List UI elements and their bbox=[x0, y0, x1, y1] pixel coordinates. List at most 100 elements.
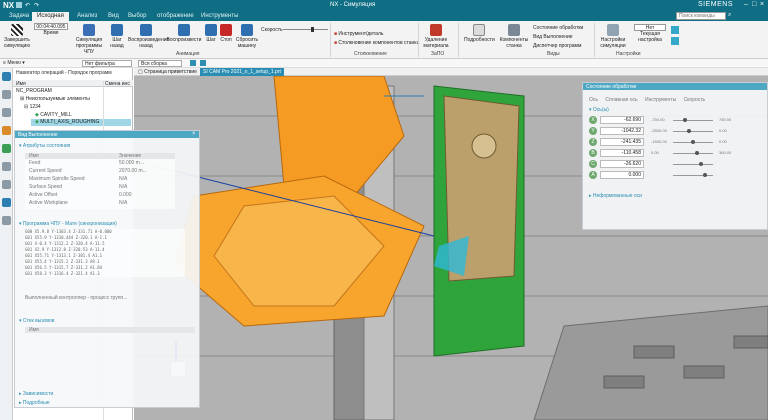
machine-tab-speed[interactable]: Скорость bbox=[684, 97, 706, 103]
tree-item-1234[interactable]: ⊟ 1234 bbox=[24, 104, 41, 110]
selection-filter-select[interactable]: Нет фильтра выбора bbox=[82, 60, 132, 73]
axis-slider[interactable] bbox=[673, 129, 713, 133]
time-value: 00:04:40.095 bbox=[34, 23, 68, 30]
axis-slider[interactable] bbox=[673, 151, 713, 155]
tree-item-cavity-mill[interactable]: ◆ CAVITY_MILL bbox=[35, 112, 72, 118]
callstack-section[interactable]: ▾ Стек вызовов bbox=[19, 318, 54, 324]
minimize-icon[interactable]: – bbox=[744, 1, 748, 8]
sim-program-button[interactable]: Симуляция программы ЧПУ bbox=[72, 24, 106, 55]
save-icon[interactable] bbox=[16, 2, 22, 8]
web-icon[interactable] bbox=[2, 198, 11, 207]
current-setting[interactable]: Нет Текущая настройка bbox=[634, 24, 666, 43]
step-button[interactable]: Шаг bbox=[204, 24, 218, 43]
tab-analysis[interactable]: Анализ bbox=[72, 12, 102, 21]
tab-home[interactable]: Исходная bbox=[32, 12, 69, 21]
callstack-col-name[interactable]: Имя bbox=[29, 327, 39, 333]
col-name[interactable]: Имя bbox=[16, 81, 26, 87]
tree-item-unused[interactable]: ⊞ Неиспользуемые элементы bbox=[20, 96, 90, 102]
roles-icon[interactable] bbox=[2, 216, 11, 225]
machine-components-button[interactable]: Компоненты станка bbox=[498, 24, 530, 49]
navigator-header: Имя Смена инс bbox=[13, 80, 133, 87]
axis-slider[interactable] bbox=[673, 140, 713, 144]
maximize-icon[interactable]: □ bbox=[752, 1, 756, 8]
tab-display[interactable]: отображение bbox=[152, 12, 199, 21]
axis-min: 0.00 bbox=[651, 150, 659, 155]
stop-label: Стоп bbox=[220, 37, 232, 43]
machine-collision-option[interactable]: ■ Столкновение компонентов станка bbox=[334, 40, 419, 46]
extra-icon-2[interactable] bbox=[671, 37, 679, 45]
axis-value[interactable]: 0.000 bbox=[600, 171, 644, 179]
tab-welcome[interactable]: ▢ Страница приветствие bbox=[138, 69, 197, 75]
axis-value[interactable]: -110.458 bbox=[600, 149, 644, 157]
axes-section[interactable]: ▾ Ось(ы) bbox=[589, 107, 609, 113]
dependencies-section[interactable]: ▸ Зависимости bbox=[19, 391, 53, 397]
close-icon[interactable]: × bbox=[760, 1, 764, 8]
program-section[interactable]: ▾ Программа ЧПУ - Мате (синхронизация) bbox=[19, 221, 117, 227]
assembly-icon[interactable] bbox=[2, 90, 11, 99]
menu-button[interactable]: ≡ Меню ▾ bbox=[3, 60, 25, 66]
axis-value[interactable]: -241.435 bbox=[600, 138, 644, 146]
axis-icon: Z bbox=[589, 138, 597, 146]
snap-icon[interactable] bbox=[190, 60, 196, 66]
snap-icon-2[interactable] bbox=[200, 60, 206, 66]
part-icon[interactable] bbox=[2, 108, 11, 117]
sim-settings-button[interactable]: Настройки симуляции bbox=[598, 24, 628, 49]
step-icon bbox=[205, 24, 217, 36]
tab-view[interactable]: Вид bbox=[103, 12, 124, 21]
axis-value[interactable]: -62.690 bbox=[600, 116, 644, 124]
material-removal-button[interactable]: Удаление материала bbox=[422, 24, 450, 49]
machine-tab-axis[interactable]: Ось bbox=[589, 97, 598, 103]
extra-icon[interactable] bbox=[671, 26, 679, 34]
undo-icon[interactable]: ↶ bbox=[25, 2, 30, 9]
details-button[interactable]: Подробности bbox=[464, 24, 495, 43]
axis-max: 360.00 bbox=[719, 150, 732, 155]
geometry-icon[interactable] bbox=[2, 144, 11, 153]
axis-row-z: Z -241.435 -1500.00 0.00 bbox=[589, 138, 765, 147]
tab-select[interactable]: Выбор bbox=[123, 12, 151, 21]
axis-slider[interactable] bbox=[673, 173, 713, 177]
tool-part-option[interactable]: ■ Инструмент/деталь bbox=[334, 31, 383, 37]
machine-tab-coupled[interactable]: Сплавная ось bbox=[605, 97, 637, 103]
stop-button[interactable]: Стоп bbox=[219, 24, 233, 43]
redo-icon[interactable]: ↷ bbox=[34, 2, 39, 9]
reset-machine-button[interactable]: Сбросить машину bbox=[234, 24, 260, 49]
command-search-input[interactable] bbox=[676, 12, 726, 20]
nc-code-line[interactable]: G01 X58.3 Y-1316.4 Z-321.4 A1.3 bbox=[25, 271, 185, 277]
step-back-button[interactable]: Шаг назад bbox=[108, 24, 126, 49]
play-back-button[interactable]: Воспроизведение назад bbox=[128, 24, 169, 49]
assembly-select[interactable]: Вся сборка bbox=[138, 60, 182, 67]
title-bar: NX ↶ ↷ NX - Симуляция SIEMENS – □ × bbox=[0, 0, 768, 11]
tab-task[interactable]: Задача bbox=[4, 12, 34, 21]
panel-close-icon[interactable]: × bbox=[192, 131, 196, 137]
tree-item-program[interactable]: NC_PROGRAM bbox=[16, 88, 52, 94]
collision-group-label: Столкновение bbox=[354, 51, 387, 57]
axis-value[interactable]: -26.620 bbox=[600, 160, 644, 168]
search-icon[interactable]: ⌕ bbox=[728, 12, 731, 19]
more-axes-link[interactable]: ▸ Неформованные оси bbox=[589, 193, 642, 199]
attr-row: Feed 50.000 m... bbox=[25, 159, 175, 167]
attr-row: Surface Speed N/A bbox=[25, 183, 175, 191]
layers-icon[interactable] bbox=[2, 162, 11, 171]
axis-slider[interactable] bbox=[673, 118, 713, 122]
view-program-manager[interactable]: Диспетчер программ bbox=[533, 42, 583, 51]
view-machining-state[interactable]: Состояние обработки bbox=[533, 24, 583, 33]
tab-model[interactable]: SI CAM Pro 2021_o_1_setup_1.prt bbox=[200, 68, 284, 76]
resource-bar bbox=[0, 68, 13, 420]
tree-item-multi-axis[interactable]: ◆ MULTI_AXIS_ROUGHING bbox=[31, 119, 131, 126]
tab-tools[interactable]: Инструменты bbox=[196, 12, 243, 21]
col-tool[interactable]: Смена инс bbox=[105, 81, 130, 87]
axis-value[interactable]: -1042.32 bbox=[600, 127, 644, 135]
view-execution[interactable]: Вид Выполнение bbox=[533, 33, 583, 42]
machine-tab-tools[interactable]: Инструменты bbox=[645, 97, 676, 103]
axis-slider[interactable] bbox=[673, 162, 713, 166]
finish-sim-button[interactable]: Завершить симуляцию bbox=[3, 24, 31, 49]
play-button[interactable]: Воспроизвести bbox=[166, 24, 202, 43]
attr-value: N/A bbox=[119, 176, 128, 182]
navigator-icon[interactable] bbox=[2, 72, 11, 81]
speed-slider[interactable] bbox=[283, 27, 328, 32]
machine-icon[interactable] bbox=[2, 126, 11, 135]
history-icon[interactable] bbox=[2, 180, 11, 189]
details-section[interactable]: ▸ Подробные bbox=[19, 400, 50, 406]
attrs-section[interactable]: ▾ Атрибуты состояния bbox=[19, 143, 70, 149]
axis-row-x: X -62.690 -750.00 750.00 bbox=[589, 116, 765, 125]
